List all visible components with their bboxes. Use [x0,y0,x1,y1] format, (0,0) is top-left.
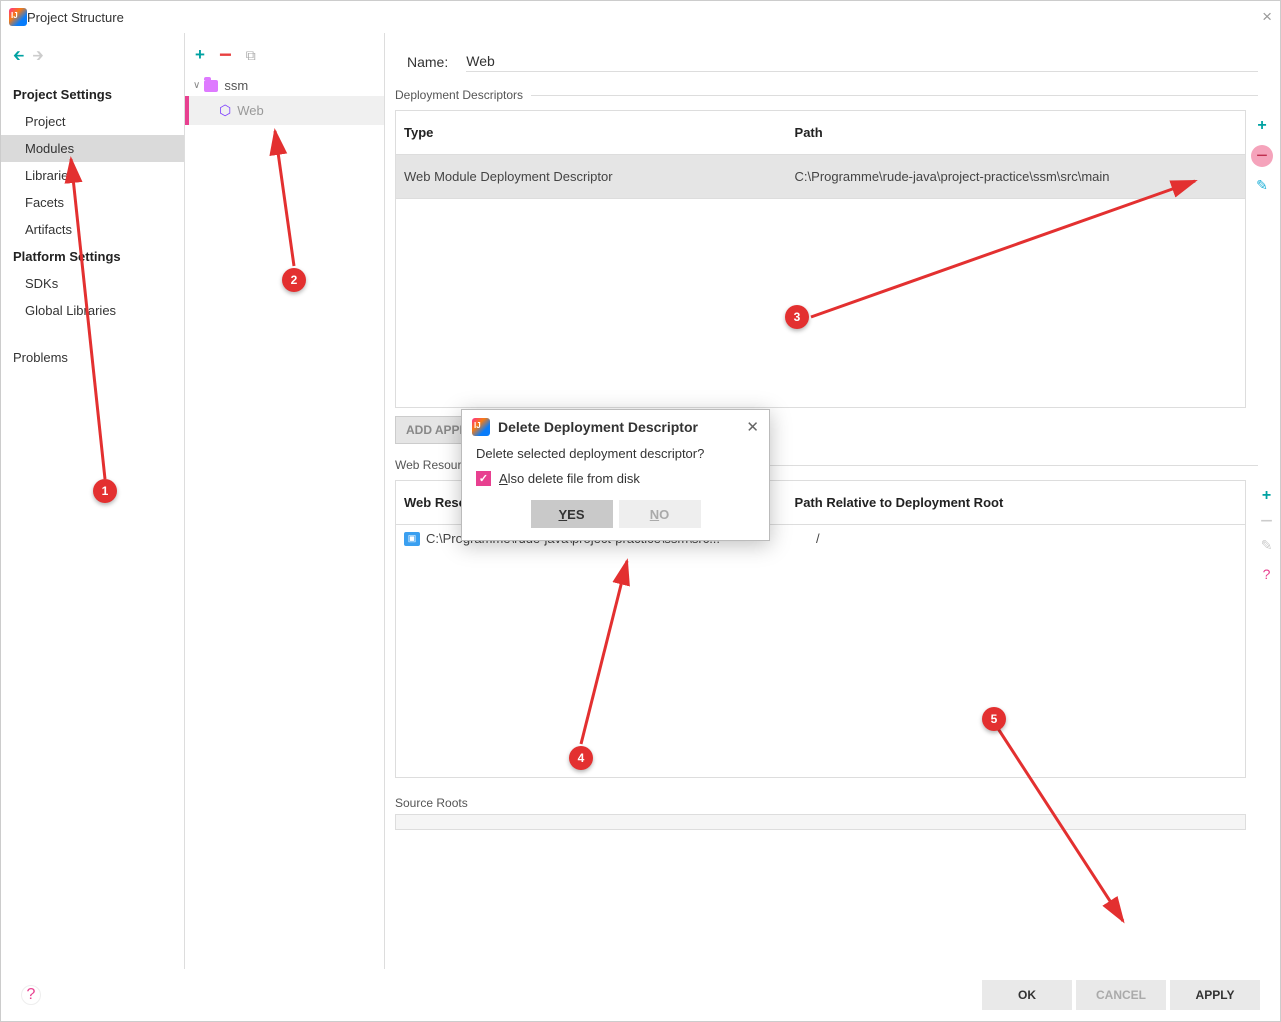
cancel-button[interactable]: CANCEL [1076,980,1166,1010]
annotation-marker-2: 2 [282,268,306,292]
name-label: Name: [407,54,448,70]
remove-resource-icon[interactable]: − [1260,517,1273,525]
dialog-checkbox-row[interactable]: ✓ Also delete file from disk [476,471,755,486]
dialog-buttons: YES NO [476,500,755,528]
descriptors-section-title: Deployment Descriptors [385,88,1280,106]
descriptor-path: C:\Programme\rude-java\project-practice\… [787,155,1245,199]
col-type: Type [396,111,787,155]
sidebar-item-problems[interactable]: Problems [1,344,184,371]
name-value[interactable]: Web [466,51,1258,72]
close-icon[interactable]: × [1262,7,1272,27]
tree-toolbar: + − ⧉ [185,41,384,75]
folder-icon [204,80,218,92]
module-tree: + − ⧉ ∨ ssm ⬡ Web [185,33,385,969]
dialog-app-icon [472,418,490,436]
add-descriptor-icon[interactable]: + [1257,117,1266,135]
dialog-checkbox-label: Also delete file from disk [499,471,640,486]
sidebar-item-modules[interactable]: Modules [1,135,184,162]
edit-resource-icon[interactable]: ✎ [1261,537,1273,554]
footer-buttons: OK CANCEL APPLY [982,980,1260,1010]
sidebar-item-libraries[interactable]: Libraries [1,162,184,189]
root-label: ssm [224,78,248,93]
descriptors-table: + − ✎ Type Path Web Module Deployment De… [395,110,1246,408]
descriptors-side-buttons: + − ✎ [1251,117,1273,194]
descriptor-type: Web Module Deployment Descriptor [396,155,787,199]
add-module-icon[interactable]: + [195,45,205,65]
back-icon[interactable]: 🡰 [13,45,24,69]
col-path: Path [787,111,1245,155]
tree-root-node[interactable]: ∨ ssm [185,75,384,96]
remove-descriptor-icon[interactable]: − [1251,145,1273,167]
yes-button[interactable]: YES [531,500,613,528]
annotation-marker-4: 4 [569,746,593,770]
resource-rel: / [816,531,820,546]
title-bar: Project Structure × [1,1,1280,33]
dialog-titlebar: Delete Deployment Descriptor ✕ [462,410,769,440]
add-resource-icon[interactable]: + [1262,487,1271,505]
window-title: Project Structure [27,10,124,25]
annotation-marker-1: 1 [93,479,117,503]
ok-button[interactable]: OK [982,980,1072,1010]
annotation-marker-3: 3 [785,305,809,329]
source-roots-section: Source Roots [395,796,1246,830]
dialog-title: Delete Deployment Descriptor [498,419,698,435]
apply-button[interactable]: APPLY [1170,980,1260,1010]
edit-descriptor-icon[interactable]: ✎ [1256,177,1268,194]
copy-module-icon[interactable]: ⧉ [246,47,256,64]
web-label: Web [237,103,264,118]
tree-web-node[interactable]: ⬡ Web [185,96,384,125]
source-roots-bar [395,814,1246,830]
sidebar-item-project[interactable]: Project [1,108,184,135]
chevron-down-icon: ∨ [193,80,200,91]
dialog-body: Delete selected deployment descriptor? ✓… [462,440,769,540]
web-facet-icon: ⬡ [219,102,231,119]
sidebar: 🡰 🡲 Project Settings Project Modules Lib… [1,33,185,969]
dialog-close-icon[interactable]: ✕ [746,418,759,436]
remove-module-icon[interactable]: − [219,50,232,60]
delete-dialog: Delete Deployment Descriptor ✕ Delete se… [461,409,770,541]
forward-icon[interactable]: 🡲 [32,45,43,69]
sidebar-item-global-libraries[interactable]: Global Libraries [1,297,184,324]
help-icon[interactable]: ? [21,985,41,1005]
section-platform-settings: Platform Settings [1,243,184,270]
source-roots-label: Source Roots [395,796,468,810]
dialog-message: Delete selected deployment descriptor? [476,446,755,461]
section-project-settings: Project Settings [1,81,184,108]
resources-side-buttons: + − ✎ ? [1260,487,1273,582]
checkbox-checked-icon[interactable]: ✓ [476,471,491,486]
sidebar-item-sdks[interactable]: SDKs [1,270,184,297]
footer: ? OK CANCEL APPLY [1,969,1280,1021]
col-resource-rel: Path Relative to Deployment Root [787,481,1245,525]
sidebar-item-artifacts[interactable]: Artifacts [1,216,184,243]
nav-arrows: 🡰 🡲 [1,41,184,81]
help-resource-icon[interactable]: ? [1263,566,1271,582]
no-button[interactable]: NO [619,500,701,528]
name-row: Name: Web [385,51,1280,88]
image-folder-icon: ▣ [404,532,420,546]
app-icon [9,8,27,26]
sidebar-item-facets[interactable]: Facets [1,189,184,216]
descriptor-row[interactable]: Web Module Deployment Descriptor C:\Prog… [396,155,1245,199]
annotation-marker-5: 5 [982,707,1006,731]
